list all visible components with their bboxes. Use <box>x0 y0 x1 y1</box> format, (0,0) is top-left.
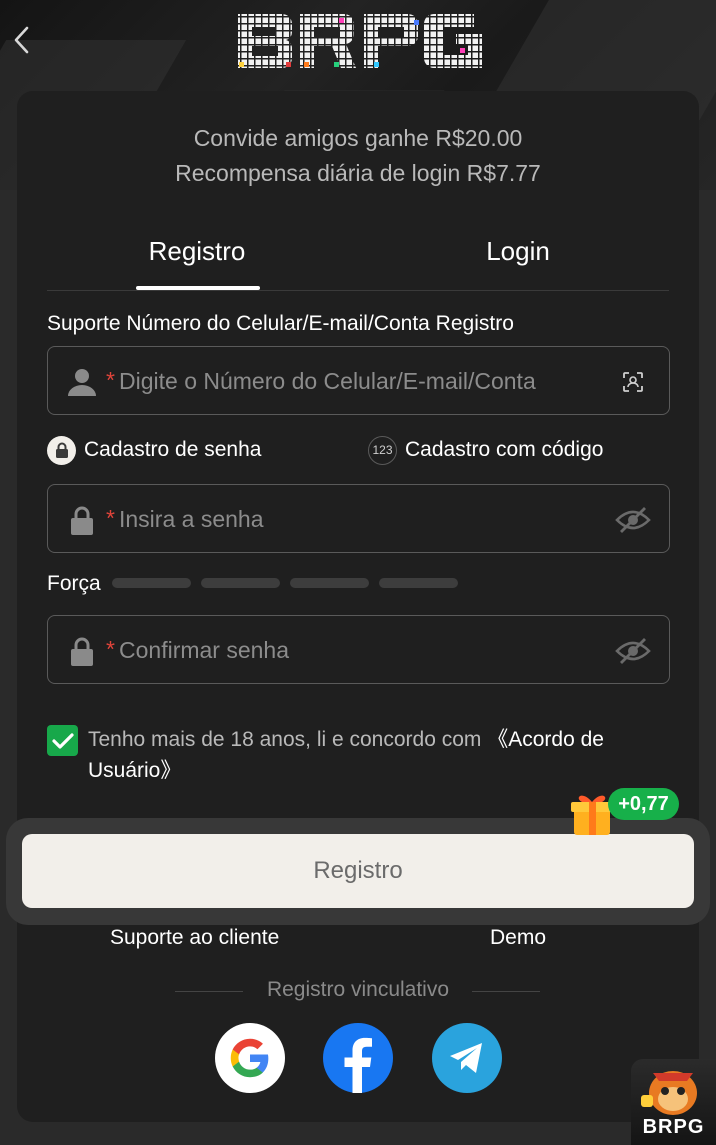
promo-invite-text: Convide amigos ganhe R$20.00 <box>193 125 523 151</box>
strength-segment <box>379 578 458 588</box>
mode-password-label: Cadastro de senha <box>84 438 262 461</box>
mode-code-label: Cadastro com código <box>405 438 604 461</box>
eye-off-icon[interactable] <box>615 634 651 668</box>
123-icon: 123 <box>368 435 397 465</box>
bind-register-label: Registro vinculativo <box>266 978 450 1001</box>
brpg-logo <box>234 10 482 72</box>
tab-login[interactable]: Login <box>367 230 669 290</box>
strength-label: Força <box>47 572 101 595</box>
brpg-mascot-button[interactable]: BRPG <box>631 1059 716 1145</box>
google-icon[interactable] <box>215 1023 285 1093</box>
terms-checkbox[interactable] <box>47 725 78 756</box>
lock-icon <box>71 506 93 535</box>
register-button[interactable]: Registro <box>22 834 694 908</box>
bonus-badge: +0,77 <box>608 788 679 820</box>
chevron-left-icon <box>14 26 29 54</box>
terms-text: Tenho mais de 18 anos, li e concordo com <box>88 728 482 751</box>
confirm-password-input[interactable] <box>119 630 589 670</box>
customer-support-link[interactable]: Suporte ao cliente <box>110 926 279 950</box>
tab-registro[interactable]: Registro <box>47 230 347 290</box>
eye-off-icon[interactable] <box>615 503 651 537</box>
telegram-icon[interactable] <box>432 1023 502 1093</box>
mascot-character-icon <box>641 1071 697 1115</box>
mascot-label: BRPG <box>642 1116 705 1138</box>
strength-segment <box>112 578 191 588</box>
user-icon <box>68 369 96 396</box>
check-icon <box>51 732 74 749</box>
lock-icon <box>71 637 93 666</box>
account-input[interactable] <box>119 361 589 401</box>
lock-icon <box>47 435 76 465</box>
back-button[interactable] <box>4 22 40 58</box>
mode-password-register[interactable]: Cadastro de senha <box>47 434 261 466</box>
required-mark: * <box>106 636 115 662</box>
promo-daily-reward-text: Recompensa diária de login R$7.77 <box>175 160 541 186</box>
confirm-password-input-box: * <box>47 615 670 684</box>
divider-right <box>472 991 540 992</box>
password-input[interactable] <box>119 499 589 539</box>
logo-pixel-art <box>238 14 482 68</box>
terms-text-block: Tenho mais de 18 anos, li e concordo com… <box>88 724 668 786</box>
demo-link[interactable]: Demo <box>490 926 546 950</box>
required-mark: * <box>106 367 115 393</box>
password-input-box: * <box>47 484 670 553</box>
facebook-icon[interactable] <box>323 1023 393 1093</box>
mode-code-register[interactable]: 123 Cadastro com código <box>368 434 603 466</box>
account-field-label: Suporte Número do Celular/E-mail/Conta R… <box>47 312 514 335</box>
required-mark: * <box>106 505 115 531</box>
strength-segment <box>290 578 369 588</box>
account-input-box: * <box>47 346 670 415</box>
strength-segment <box>201 578 280 588</box>
active-tab-indicator <box>136 286 260 290</box>
auth-tabs: Registro Login <box>47 230 669 291</box>
scan-icon[interactable] <box>615 365 651 399</box>
